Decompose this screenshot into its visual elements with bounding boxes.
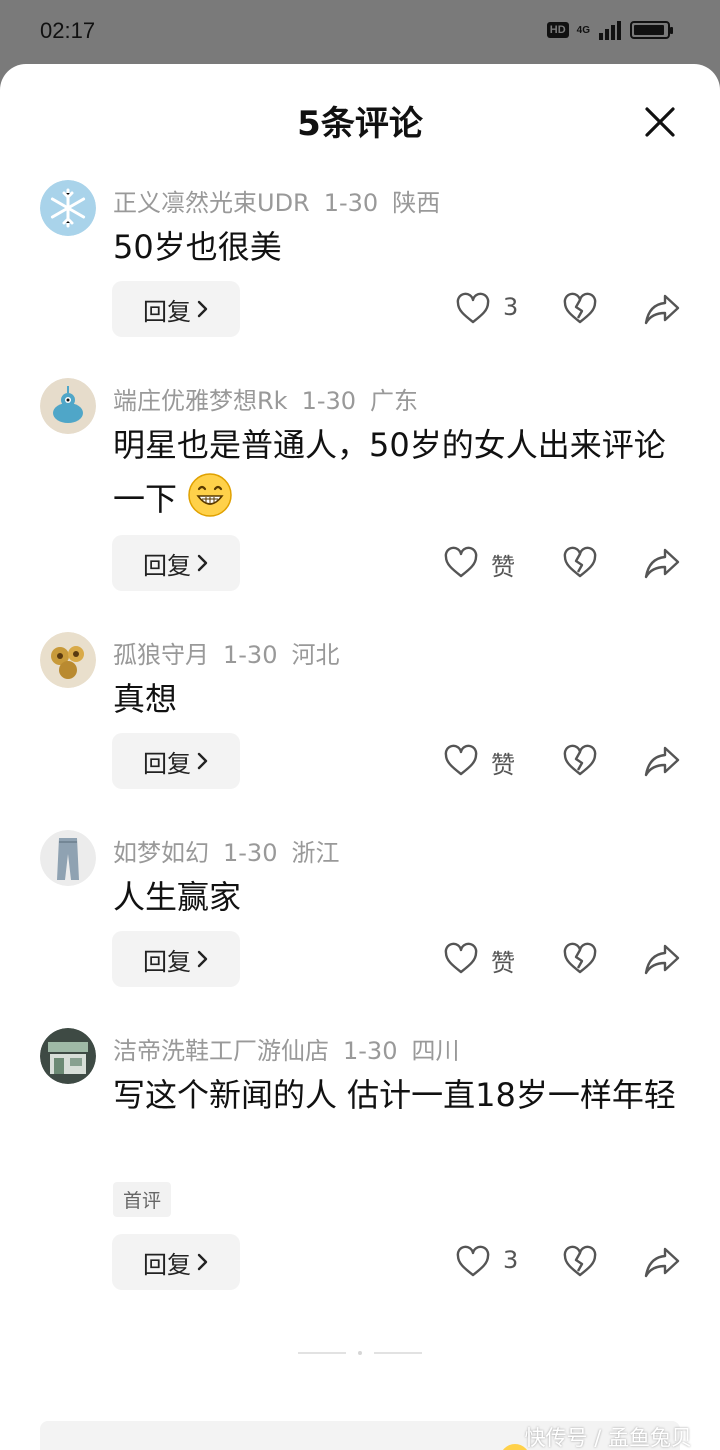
share-arrow-icon[interactable] bbox=[643, 743, 681, 779]
comment-username[interactable]: 孤狼守月 bbox=[113, 641, 209, 669]
broken-heart-icon[interactable] bbox=[562, 1244, 598, 1280]
share-arrow-icon[interactable] bbox=[643, 545, 681, 581]
comment-date: 1-30 bbox=[223, 839, 278, 867]
broken-heart-icon[interactable] bbox=[562, 291, 598, 327]
system-icons: HD 4G bbox=[546, 20, 673, 40]
comment-username[interactable]: 如梦如幻 bbox=[113, 839, 209, 867]
comment-meta: 端庄优雅梦想Rk 1-30 广东 bbox=[113, 381, 418, 416]
like-count: 3 bbox=[503, 293, 519, 321]
cartoon-avatar-icon bbox=[40, 378, 96, 434]
broken-heart-icon[interactable] bbox=[562, 545, 598, 581]
comment-text: 50岁也很美 bbox=[113, 228, 282, 266]
comment-username[interactable]: 洁帝洗鞋工厂游仙店 bbox=[113, 1037, 329, 1065]
like-label: 赞 bbox=[491, 553, 515, 581]
comment-location: 河北 bbox=[291, 641, 340, 669]
comment-location: 陕西 bbox=[392, 189, 441, 217]
watermark-text: 快传号 / 孟鱼兔贝 bbox=[524, 1426, 692, 1450]
comment-meta: 如梦如幻 1-30 浙江 bbox=[113, 833, 339, 868]
hd-badge-icon: HD bbox=[546, 22, 569, 38]
storefront-avatar-icon bbox=[40, 1028, 96, 1084]
comment-meta: 孤狼守月 1-30 河北 bbox=[113, 635, 339, 670]
heart-icon[interactable] bbox=[443, 545, 479, 581]
share-arrow-icon[interactable] bbox=[643, 941, 681, 977]
battery-icon bbox=[630, 21, 673, 39]
status-time: 02:17 bbox=[40, 18, 96, 43]
close-icon[interactable] bbox=[640, 102, 680, 142]
share-arrow-icon[interactable] bbox=[643, 291, 681, 327]
like-count: 3 bbox=[503, 1246, 519, 1274]
comment-text: 明星也是普通人，50岁的女人出来评论一下 bbox=[113, 418, 683, 526]
comment-actions: 赞 bbox=[0, 931, 720, 987]
comment-date: 1-30 bbox=[343, 1037, 398, 1065]
snowflake-avatar-icon bbox=[40, 180, 96, 236]
avatar[interactable] bbox=[40, 632, 96, 688]
comment-actions: 3 bbox=[0, 1234, 720, 1290]
share-arrow-icon[interactable] bbox=[643, 1244, 681, 1280]
comment-actions: 赞 bbox=[0, 733, 720, 789]
comment-actions: 3 bbox=[0, 281, 720, 337]
avatar[interactable] bbox=[40, 378, 96, 434]
comment-item: 正义凛然光束UDR 1-30 陕西 50岁也很美 回复 3 bbox=[0, 180, 720, 360]
comment-date: 1-30 bbox=[301, 387, 357, 415]
broken-heart-icon[interactable] bbox=[562, 743, 598, 779]
comments-sheet: 5条评论 正义凛然光束UDR 1-30 陕西 50岁也很美 回复 3 端庄优雅梦… bbox=[0, 64, 720, 1450]
grin-emoji-icon bbox=[188, 473, 232, 517]
comment-location: 浙江 bbox=[291, 839, 340, 867]
status-bar: 02:17 HD 4G bbox=[0, 0, 720, 64]
comment-item: 端庄优雅梦想Rk 1-30 广东 明星也是普通人，50岁的女人出来评论一下 回复 赞 bbox=[0, 378, 720, 598]
photo-avatar-icon bbox=[40, 632, 96, 688]
comment-meta: 洁帝洗鞋工厂游仙店 1-30 四川 bbox=[113, 1031, 459, 1066]
like-label: 赞 bbox=[491, 751, 515, 779]
avatar[interactable] bbox=[40, 1028, 96, 1084]
comment-username[interactable]: 正义凛然光束UDR bbox=[113, 189, 310, 217]
comment-date: 1-30 bbox=[323, 189, 379, 217]
comment-item: 孤狼守月 1-30 河北 真想 回复 赞 bbox=[0, 632, 720, 792]
broken-heart-icon[interactable] bbox=[562, 941, 598, 977]
first-comment-badge: 首评 bbox=[113, 1182, 172, 1217]
heart-icon[interactable] bbox=[455, 1244, 491, 1280]
comment-username[interactable]: 端庄优雅梦想Rk bbox=[113, 387, 288, 415]
comment-item: 洁帝洗鞋工厂游仙店 1-30 四川 写这个新闻的人 估计一直18岁一样年轻 首评 回… bbox=[0, 1028, 720, 1298]
comment-item: 如梦如幻 1-30 浙江 人生赢家 回复 赞 bbox=[0, 830, 720, 990]
comment-date: 1-30 bbox=[223, 641, 278, 669]
heart-icon[interactable] bbox=[443, 743, 479, 779]
network-type-label: 4G bbox=[576, 24, 590, 36]
comment-text: 写这个新闻的人 估计一直18岁一样年轻 bbox=[113, 1076, 676, 1114]
end-of-list-divider bbox=[298, 1351, 422, 1355]
heart-icon[interactable] bbox=[455, 291, 491, 327]
comment-text: 真想 bbox=[113, 680, 178, 718]
sheet-title: 5条评论 bbox=[297, 104, 423, 144]
comment-location: 广东 bbox=[370, 387, 419, 415]
like-label: 赞 bbox=[491, 949, 515, 977]
comment-meta: 正义凛然光束UDR 1-30 陕西 bbox=[113, 183, 440, 218]
comment-location: 四川 bbox=[411, 1037, 460, 1065]
comment-actions: 赞 bbox=[0, 535, 720, 591]
jeans-avatar-icon bbox=[40, 830, 96, 886]
heart-icon[interactable] bbox=[443, 941, 479, 977]
comment-text: 人生赢家 bbox=[113, 878, 242, 916]
avatar[interactable] bbox=[40, 830, 96, 886]
avatar[interactable] bbox=[40, 180, 96, 236]
signal-bars-icon bbox=[599, 21, 621, 40]
